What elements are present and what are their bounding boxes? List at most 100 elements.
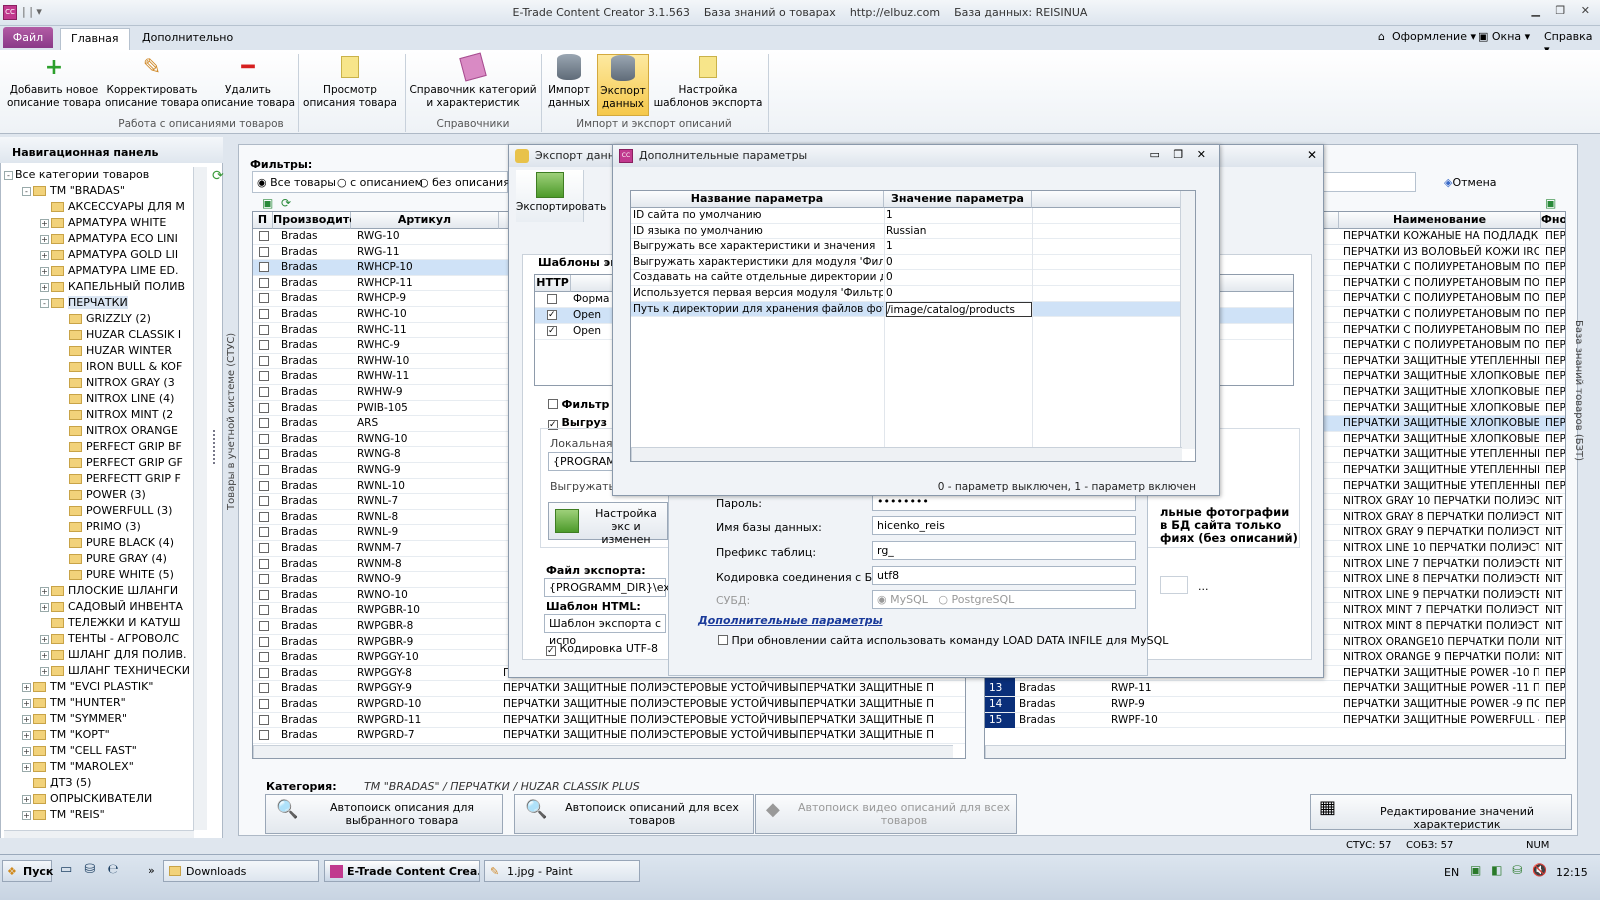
param-value[interactable]: 0	[886, 286, 1032, 301]
taskbar-overflow[interactable]: »	[148, 864, 155, 877]
row-checkbox[interactable]	[259, 465, 269, 475]
mysql-radio[interactable]: ◉ MySQL	[877, 593, 928, 606]
row-checkbox[interactable]	[259, 480, 269, 491]
tree-item[interactable]: +HUZAR WINTER	[4, 343, 200, 359]
expand-icon[interactable]: +	[22, 730, 31, 740]
tree-item[interactable]: +NITROX GRAY (3	[4, 375, 200, 391]
tree-item[interactable]: +POWER (3)	[4, 487, 200, 503]
language-indicator[interactable]: EN	[1444, 866, 1459, 879]
export-close-icon[interactable]: ✕	[1307, 148, 1317, 162]
kb-hscrollbar[interactable]	[985, 745, 1565, 758]
tree-item[interactable]: + АРМАТУРА LIME ED.	[4, 263, 200, 279]
tree-item[interactable]: + ТМ "REIS"	[4, 807, 200, 823]
encoding-input[interactable]: utf8	[872, 566, 1136, 585]
tree-item[interactable]: +NITROX MINT (2	[4, 407, 200, 423]
tree-item[interactable]: +HUZAR CLASSIK I	[4, 327, 200, 343]
tree-item[interactable]: +GRIZZLY (2)	[4, 311, 200, 327]
expand-icon[interactable]: +	[22, 682, 31, 692]
expand-icon[interactable]: +	[40, 666, 49, 676]
expand-icon[interactable]: +	[22, 746, 31, 756]
expand-icon[interactable]: +	[22, 794, 31, 804]
extra-params-link[interactable]: Дополнительные параметры	[698, 614, 883, 627]
refresh-icon[interactable]: ⟳	[212, 168, 224, 184]
tree-item[interactable]: + ШЛАНГ ТЕХНИЧЕСКИ	[4, 663, 200, 679]
tree-item[interactable]: + ТМ "КОРТ"	[4, 727, 200, 743]
tree-item[interactable]: + ОПРЫСКИВАТЕЛИ	[4, 791, 200, 807]
col-short[interactable]: Фно	[1541, 212, 1565, 229]
tree-item[interactable]: + ТМ "MAROLEX"	[4, 759, 200, 775]
tree-item[interactable]: +POWERFULL (3)	[4, 503, 200, 519]
param-row[interactable]: Путь к директории для хранения файлов фо…	[631, 301, 1182, 318]
tree-item[interactable]: +ТЕЛЕЖКИ И КАТУШ	[4, 615, 200, 631]
tray-icons[interactable]: ▣ ◧ ⛁ 🔇	[1470, 863, 1550, 877]
row-checkbox[interactable]	[259, 340, 269, 351]
expand-icon[interactable]: +	[40, 234, 49, 244]
tree-item[interactable]: + ТМ "SYMMER"	[4, 711, 200, 727]
tab-extra[interactable]: Дополнительно	[132, 28, 243, 50]
tree-item[interactable]: +PERFECTT GRIP F	[4, 471, 200, 487]
row-checkbox[interactable]	[259, 730, 269, 741]
row-checkbox[interactable]	[259, 324, 269, 335]
table-row[interactable]: Bradas RWPGRD-7 ПЕРЧАТКИ ЗАЩИТНЫЕ ПОЛИЭСТЕ…	[253, 728, 965, 744]
table-row[interactable]: Bradas RWPGRD-10 ПЕРЧАТКИ ЗАЩИТНЫЕ ПОЛИЭСТ…	[253, 697, 965, 713]
params-window-controls[interactable]: ▭ ❐ ✕	[1150, 148, 1211, 161]
row-checkbox[interactable]	[259, 605, 269, 616]
auto-search-video-button[interactable]: ◆ Автопоиск видео описаний для всех товар…	[755, 794, 1017, 834]
tree-item[interactable]: +АКСЕССУАРЫ ДЛЯ М	[4, 199, 200, 215]
param-value[interactable]: 1	[886, 239, 1032, 254]
table-row[interactable]: Bradas RWPGRD-11 ПЕРЧАТКИ ЗАЩИТНЫЕ ПОЛИЭСТ…	[253, 713, 965, 729]
export-button[interactable]: Экспорт данных	[597, 54, 649, 116]
row-checkbox[interactable]	[259, 402, 269, 413]
expand-icon[interactable]: +	[40, 282, 49, 292]
param-value[interactable]: 0	[886, 255, 1032, 270]
tree-item[interactable]: +PURE BLACK (4)	[4, 535, 200, 551]
param-value[interactable]: 1	[886, 208, 1032, 223]
cancel-button[interactable]: ◈Отмена	[1444, 176, 1497, 189]
col-param-name[interactable]: Название параметра	[631, 191, 884, 208]
tab-home[interactable]: Главная	[60, 28, 130, 50]
radio-all[interactable]: ◉ Все товары	[257, 176, 336, 189]
table-row[interactable]: ПЕРЧАТКИ ЗАЩИТНЫЕ POWER -11 ПОК ПЕР 13 Brad…	[985, 681, 1565, 697]
windows-menu[interactable]: ▣ Окна ▾	[1478, 30, 1530, 43]
param-row[interactable]: Используется первая версия модуля 'Фильт…	[631, 286, 1182, 302]
tree-scrollbar[interactable]	[193, 167, 207, 830]
expand-icon[interactable]: +	[22, 714, 31, 724]
row-checkbox[interactable]	[259, 699, 269, 709]
expand-icon[interactable]: -	[4, 170, 13, 180]
tree-item[interactable]: - ТМ "BRADAS"	[4, 183, 200, 199]
row-checkbox[interactable]	[259, 667, 269, 678]
edit-characteristics-button[interactable]: ▦ Редактирование значений характеристик	[1310, 794, 1572, 831]
quick-launch-icons[interactable]: ▭ ⛁ ℮	[60, 862, 123, 877]
grid-tool-icon[interactable]: ▣ ⟳	[262, 196, 291, 210]
row-checkbox[interactable]	[259, 355, 269, 366]
col-producer[interactable]: Производите	[273, 212, 357, 229]
window-controls[interactable]: ▁ ❐ ✕	[1531, 4, 1596, 17]
tree-item[interactable]: +PERFECT GRIP GF	[4, 455, 200, 471]
row-checkbox[interactable]	[259, 558, 269, 569]
param-value[interactable]: Russian	[886, 224, 1032, 239]
row-checkbox[interactable]	[259, 387, 269, 397]
col-p[interactable]: П	[253, 212, 273, 229]
param-row[interactable]: Выгружать характеристики для модуля 'Фил…	[631, 255, 1182, 271]
expand-icon[interactable]: +	[22, 810, 31, 820]
expand-icon[interactable]: +	[22, 762, 31, 772]
expand-icon[interactable]: -	[40, 298, 49, 308]
utf8-checkbox[interactable]: ✓ Кодировка UTF-8	[546, 642, 658, 656]
params-hscrollbar[interactable]	[631, 447, 1182, 461]
expand-icon[interactable]: +	[40, 634, 49, 644]
row-checkbox[interactable]	[259, 231, 269, 241]
row-checkbox[interactable]	[259, 371, 269, 382]
row-checkbox[interactable]	[259, 309, 269, 319]
row-checkbox[interactable]	[259, 262, 269, 273]
params-grid[interactable]: Название параметра Значение параметра ID…	[630, 190, 1196, 462]
expand-icon[interactable]: +	[40, 586, 49, 596]
filter-checkbox[interactable]: Фильтр	[548, 398, 609, 411]
table-row[interactable]: ПЕРЧАТКИ ЗАЩИТНЫЕ POWERFULL -10 ПЕР 15 Brad…	[985, 712, 1565, 729]
auto-search-all-button[interactable]: 🔍 Автопоиск описаний для всех товаров	[514, 794, 754, 834]
param-value[interactable]: 0	[886, 270, 1032, 285]
col-param-value[interactable]: Значение параметра	[884, 191, 1032, 208]
col-article[interactable]: Артикул	[351, 212, 499, 229]
tree-item[interactable]: +IRON BULL & KOF	[4, 359, 200, 375]
tree-item[interactable]: + ШЛАНГ ДЛЯ ПОЛИВ.	[4, 647, 200, 663]
param-row[interactable]: Создавать на сайте отдельные директории …	[631, 270, 1182, 286]
